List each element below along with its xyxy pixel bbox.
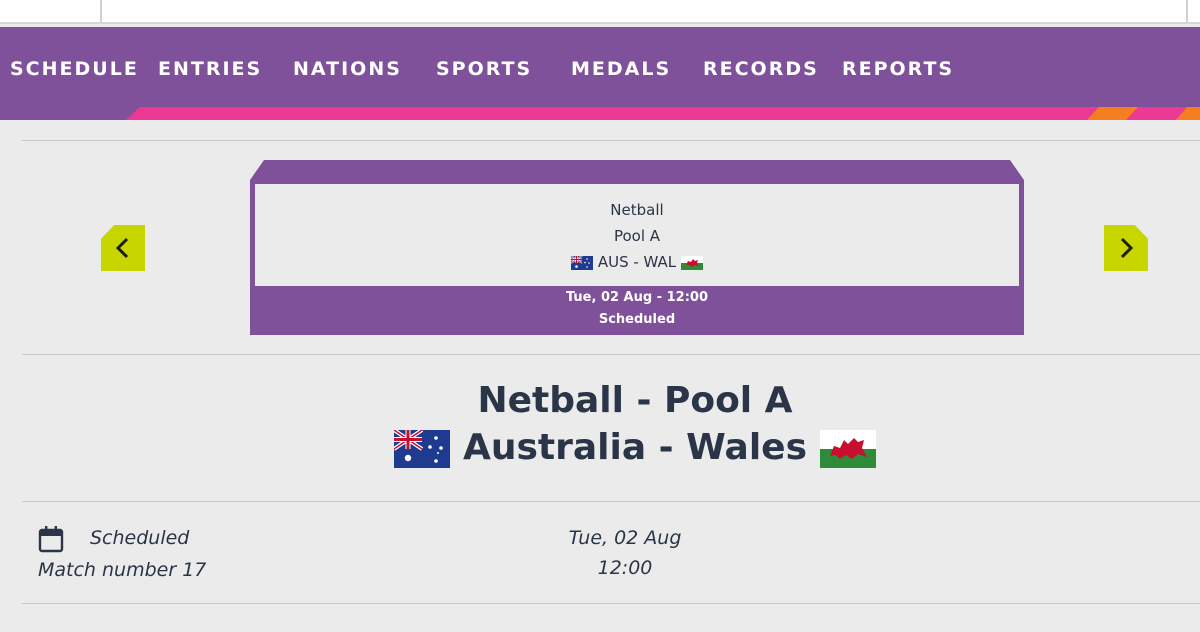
top-divider — [100, 0, 102, 22]
page-title: Netball - Pool A — [477, 380, 793, 421]
card-matchup-row: AUS - WAL — [255, 253, 1019, 271]
australia-flag-icon — [571, 255, 594, 270]
match-date: Tue, 02 Aug — [568, 527, 682, 549]
card-matchup: AUS - WAL — [597, 253, 677, 271]
teams-heading-row: Australia - Wales — [0, 427, 1200, 468]
calendar-icon — [38, 526, 64, 553]
divider — [22, 140, 1200, 141]
card-status: Scheduled — [598, 312, 676, 327]
nav-medals[interactable]: Medals — [571, 57, 671, 81]
match-card-body: Netball Pool A AUS - WAL — [250, 184, 1024, 286]
nav-nations[interactable]: Nations — [293, 57, 402, 81]
top-strip — [0, 0, 1200, 24]
nav-reports[interactable]: Reports — [842, 57, 954, 81]
match-card-header — [250, 160, 1024, 184]
divider — [22, 354, 1200, 355]
teams-heading: Australia - Wales — [462, 427, 808, 468]
main-nav: Schedule Entries Nations Sports Medals R… — [0, 27, 1200, 107]
australia-flag-icon — [394, 430, 451, 468]
accent-stripe — [0, 107, 1200, 120]
accent-stripe-cut — [0, 107, 140, 120]
nav-schedule[interactable]: Schedule — [10, 57, 139, 81]
divider — [22, 603, 1200, 604]
chevron-right-icon — [1120, 237, 1134, 259]
previous-match-button[interactable] — [101, 225, 145, 271]
divider — [22, 501, 1200, 502]
card-sport: Netball — [610, 201, 664, 219]
match-card-inner: Netball Pool A AUS - WAL — [255, 184, 1019, 286]
top-strip-edge — [0, 22, 1200, 24]
card-datetime: Tue, 02 Aug - 12:00 — [565, 290, 709, 305]
match-time: 12:00 — [597, 557, 653, 579]
chevron-left-icon — [115, 237, 129, 259]
match-card[interactable]: Netball Pool A AUS - WAL Tue, 02 Aug - 1… — [250, 160, 1024, 335]
nav-records[interactable]: Records — [703, 57, 819, 81]
match-card-footer: Tue, 02 Aug - 12:00 Scheduled — [250, 286, 1024, 335]
match-status: Scheduled — [90, 527, 190, 549]
wales-flag-icon — [680, 255, 703, 270]
card-pool: Pool A — [613, 227, 661, 245]
match-number: Match number 17 — [38, 559, 207, 581]
next-match-button[interactable] — [1104, 225, 1148, 271]
wales-flag-icon — [819, 430, 876, 468]
nav-entries[interactable]: Entries — [158, 57, 262, 81]
top-divider-right — [1186, 0, 1188, 22]
nav-sports[interactable]: Sports — [436, 57, 532, 81]
